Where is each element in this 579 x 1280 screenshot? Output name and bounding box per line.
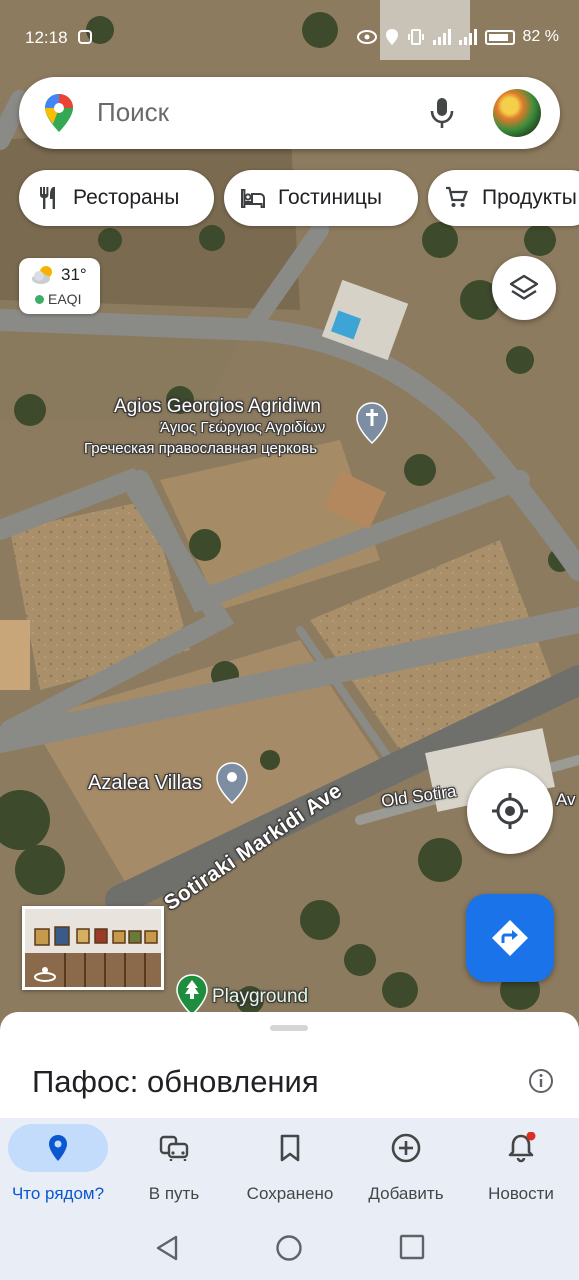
bottom-sheet[interactable]: Пафос: обновления (0, 1012, 579, 1122)
status-icons: 82 % (356, 28, 559, 46)
chip-label: Рестораны (73, 186, 180, 209)
info-icon[interactable] (528, 1068, 554, 1094)
nav-label: Новости (488, 1184, 554, 1203)
church-type-label[interactable]: Греческая православная церковь (84, 440, 317, 457)
church-name-greek-label[interactable]: Άγιος Γεώργιος Αγριδίων (160, 419, 325, 436)
chip-groceries[interactable]: Продукты (428, 170, 579, 226)
status-bar: 12:18 82 % (0, 0, 579, 74)
aqi-label: EAQI (48, 291, 82, 307)
bell-icon (508, 1132, 536, 1163)
playground-label[interactable]: Playground (212, 986, 308, 1008)
layers-button[interactable] (492, 256, 556, 320)
battery-icon (484, 29, 515, 45)
system-navigation-bar (0, 1214, 579, 1280)
villas-pin-icon[interactable] (216, 762, 248, 804)
street-view-thumbnail[interactable] (22, 906, 164, 990)
partly-cloudy-icon (32, 266, 52, 284)
nav-label: В путь (148, 1184, 200, 1203)
directions-icon (492, 920, 528, 956)
search-input[interactable]: Поиск (97, 97, 169, 128)
aqi-status-dot (35, 295, 44, 304)
eye-icon (356, 30, 377, 44)
directions-button[interactable] (466, 894, 554, 982)
vibrate-icon (407, 29, 424, 45)
chip-label: Продукты (482, 186, 577, 209)
bottom-navigation: Что рядом? В путь Сохранено Добавить Нов… (0, 1118, 579, 1214)
chip-hotels[interactable]: Гостиницы (224, 170, 418, 226)
satellite-imagery (0, 0, 579, 1040)
avatar[interactable] (493, 89, 541, 137)
nav-updates[interactable]: Новости (463, 1118, 579, 1214)
instagram-notification-icon (78, 30, 92, 44)
church-name-label[interactable]: Agios Georgios Agridiwn (114, 396, 321, 418)
nav-saved[interactable]: Сохранено (232, 1118, 348, 1214)
park-pin-icon[interactable] (176, 974, 208, 1016)
my-location-icon (492, 793, 528, 829)
street-view-photo (25, 909, 161, 987)
location-status-icon (385, 29, 398, 45)
nav-explore[interactable]: Что рядом? (0, 1118, 116, 1214)
weather-temperature: 31° (61, 265, 87, 284)
layers-icon (509, 274, 539, 300)
recents-icon[interactable] (399, 1234, 425, 1260)
commute-icon (159, 1135, 189, 1161)
back-icon[interactable] (154, 1234, 180, 1262)
my-location-button[interactable] (467, 768, 553, 854)
location-pin-icon (49, 1135, 67, 1161)
nav-label: Что рядом? (11, 1184, 105, 1203)
church-pin-icon[interactable] (356, 402, 388, 444)
chip-restaurants[interactable]: Рестораны (19, 170, 214, 226)
nav-go[interactable]: В путь (116, 1118, 232, 1214)
signal-icon-1 (432, 29, 451, 45)
nav-label: Добавить (368, 1184, 444, 1203)
home-icon[interactable] (275, 1234, 303, 1262)
google-maps-logo-icon (45, 94, 73, 132)
villas-label[interactable]: Azalea Villas (88, 772, 202, 795)
nav-label: Сохранено (246, 1184, 334, 1203)
map-view[interactable]: Agios Georgios Agridiwn Άγιος Γεώργιος Α… (0, 0, 579, 1040)
hotel-icon (241, 189, 265, 208)
mic-icon[interactable] (429, 95, 455, 131)
battery-percent: 82 % (522, 28, 559, 45)
add-circle-icon (391, 1133, 421, 1163)
sheet-drag-handle[interactable] (270, 1025, 308, 1031)
cart-icon (446, 186, 468, 207)
road-label-old-suffix: Av (556, 790, 576, 809)
search-bar[interactable]: Поиск (19, 77, 560, 149)
weather-widget[interactable]: 31° EAQI (19, 258, 100, 314)
signal-icon-2 (458, 29, 477, 45)
status-time: 12:18 (25, 28, 68, 47)
sheet-title: Пафос: обновления (32, 1064, 319, 1099)
bookmark-icon (280, 1134, 300, 1162)
restaurant-icon (40, 187, 55, 209)
nav-contribute[interactable]: Добавить (348, 1118, 464, 1214)
chip-label: Гостиницы (278, 186, 382, 209)
